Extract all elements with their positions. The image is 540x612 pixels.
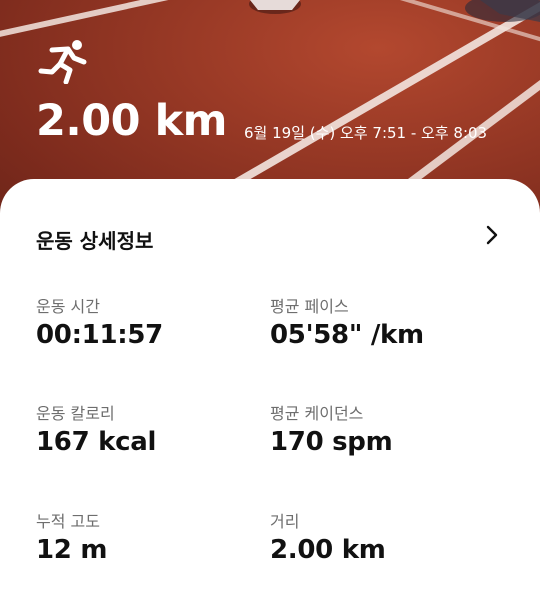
stat-value-duration: 00:11:57 (36, 320, 163, 350)
stat-label-calories: 운동 칼로리 (36, 404, 115, 423)
total-distance: 2.00 km (36, 96, 227, 146)
stat-label-distance: 거리 (270, 512, 300, 531)
stat-value-elevation-gain: 12 m (36, 535, 108, 565)
chevron-right-icon[interactable] (482, 224, 502, 246)
running-person-icon (38, 40, 87, 84)
stat-label-avg-pace: 평균 페이스 (270, 297, 349, 316)
details-title: 운동 상세정보 (36, 229, 154, 253)
stat-label-elevation-gain: 누적 고도 (36, 512, 100, 531)
stat-label-duration: 운동 시간 (36, 297, 100, 316)
stat-value-avg-cadence: 170 spm (270, 427, 393, 457)
stat-value-calories: 167 kcal (36, 427, 157, 457)
stat-label-avg-cadence: 평균 케이던스 (270, 404, 364, 423)
stat-value-avg-pace: 05'58" /km (270, 320, 424, 350)
workout-date-range: 6월 19일 (수) 오후 7:51 - 오후 8:03 (244, 124, 488, 142)
stat-value-distance: 2.00 km (270, 535, 386, 565)
